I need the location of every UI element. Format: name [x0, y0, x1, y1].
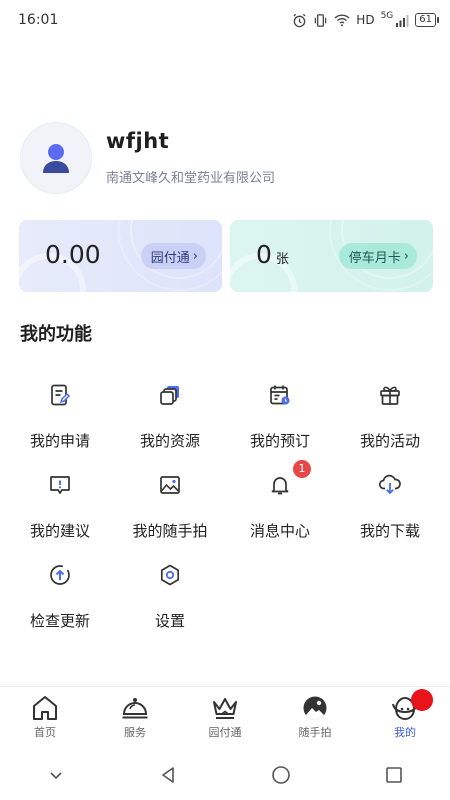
functions-title: 我的功能 — [20, 324, 92, 345]
yuanfutong-button-label: 园付通 — [150, 250, 190, 266]
fn-label: 设置 — [154, 612, 185, 630]
fn-my-downloads[interactable]: 我的下载 — [335, 470, 445, 541]
chevron-down-icon[interactable] — [47, 766, 65, 784]
fn-message-center[interactable]: 1 消息中心 — [225, 460, 335, 541]
tab-label: 首页 — [34, 726, 56, 739]
unread-badge: 1 — [293, 460, 311, 478]
fn-label: 我的随手拍 — [132, 522, 208, 540]
fn-settings[interactable]: 设置 — [115, 560, 225, 631]
signal-icon — [396, 14, 409, 27]
application-icon — [51, 384, 71, 406]
crown-icon — [213, 698, 237, 719]
booking-icon — [270, 385, 290, 405]
avatar[interactable] — [20, 121, 92, 194]
gift-icon — [380, 386, 400, 405]
parking-monthly-card-button[interactable]: 停车月卡 › — [338, 243, 417, 269]
fn-label: 检查更新 — [29, 612, 90, 630]
tab-label: 园付通 — [208, 726, 242, 739]
status-time: 16:01 — [18, 12, 59, 28]
fn-my-resources[interactable]: 我的资源 — [115, 380, 225, 451]
fn-label: 我的申请 — [29, 432, 90, 450]
tab-yuanfutong[interactable]: 园付通 — [180, 687, 270, 750]
vibrate-icon — [315, 13, 327, 27]
fn-my-suggestion[interactable]: 我的建议 — [5, 470, 115, 541]
back-icon[interactable] — [158, 765, 178, 785]
user-avatar-icon — [43, 143, 69, 173]
profile-header[interactable]: wfjht 南通文峰久和堂药业有限公司 — [20, 120, 440, 195]
home-icon — [33, 696, 57, 720]
fn-my-snapshot[interactable]: 我的随手拍 — [115, 470, 225, 541]
parking-count: 0 — [256, 240, 272, 269]
system-nav-bar — [0, 750, 450, 800]
yuanfutong-button[interactable]: 园付通 › — [140, 243, 206, 269]
notification-dot — [411, 689, 433, 711]
bottom-tab-bar: 首页 服务 园付通 随手拍 我的 — [0, 686, 450, 750]
bell-icon — [271, 477, 289, 495]
service-icon — [122, 698, 148, 719]
fn-my-activity[interactable]: 我的活动 — [335, 380, 445, 451]
company-name: 南通文峰久和堂药业有限公司 — [106, 171, 276, 186]
resources-icon — [160, 386, 179, 405]
fn-my-application[interactable]: 我的申请 — [5, 380, 115, 451]
alarm-icon — [293, 13, 306, 27]
fn-my-booking[interactable]: 我的预订 — [225, 380, 335, 451]
tab-home[interactable]: 首页 — [0, 687, 90, 750]
parking-button-label: 停车月卡 — [348, 250, 401, 266]
status-bar: 16:01 HD 5G 61 — [0, 0, 450, 40]
profile-text: wfjht 南通文峰久和堂药业有限公司 — [106, 129, 275, 186]
network-type: HD — [356, 13, 375, 27]
tab-label: 我的 — [394, 726, 416, 739]
camera-icon — [303, 696, 327, 720]
suggestion-icon — [50, 476, 70, 494]
status-icons: HD 5G 61 — [292, 11, 439, 28]
tab-label: 服务 — [124, 726, 146, 739]
fn-label: 我的建议 — [29, 522, 90, 540]
fn-label: 我的资源 — [139, 432, 200, 450]
fn-label: 我的预订 — [249, 432, 310, 450]
tab-service[interactable]: 服务 — [90, 687, 180, 750]
balance-card[interactable]: 0.00 园付通 › — [19, 220, 222, 292]
recents-icon[interactable] — [384, 765, 404, 785]
balance-value: 0.00 — [45, 240, 101, 269]
username: wfjht — [106, 129, 170, 153]
fn-label: 我的活动 — [359, 432, 420, 450]
tab-profile[interactable]: 我的 — [360, 687, 450, 750]
home-button-icon[interactable] — [271, 765, 291, 785]
chevron-right-icon: › — [403, 248, 409, 264]
battery-indicator: 61 — [415, 13, 439, 27]
tab-snapshot[interactable]: 随手拍 — [270, 687, 360, 750]
parking-value: 0张 — [256, 240, 289, 269]
signal-label: 5G — [380, 11, 394, 21]
download-icon — [378, 474, 401, 495]
photo-icon — [160, 476, 180, 494]
fn-check-update[interactable]: 检查更新 — [5, 560, 115, 631]
fn-label: 消息中心 — [249, 522, 310, 540]
tab-label: 随手拍 — [298, 726, 332, 739]
settings-icon — [160, 564, 180, 586]
parking-card[interactable]: 0张 停车月卡 › — [230, 220, 433, 292]
wifi-icon — [334, 14, 350, 27]
update-icon — [50, 565, 70, 585]
chevron-right-icon: › — [192, 248, 198, 264]
parking-unit: 张 — [275, 252, 289, 267]
fn-label: 我的下载 — [359, 522, 420, 540]
